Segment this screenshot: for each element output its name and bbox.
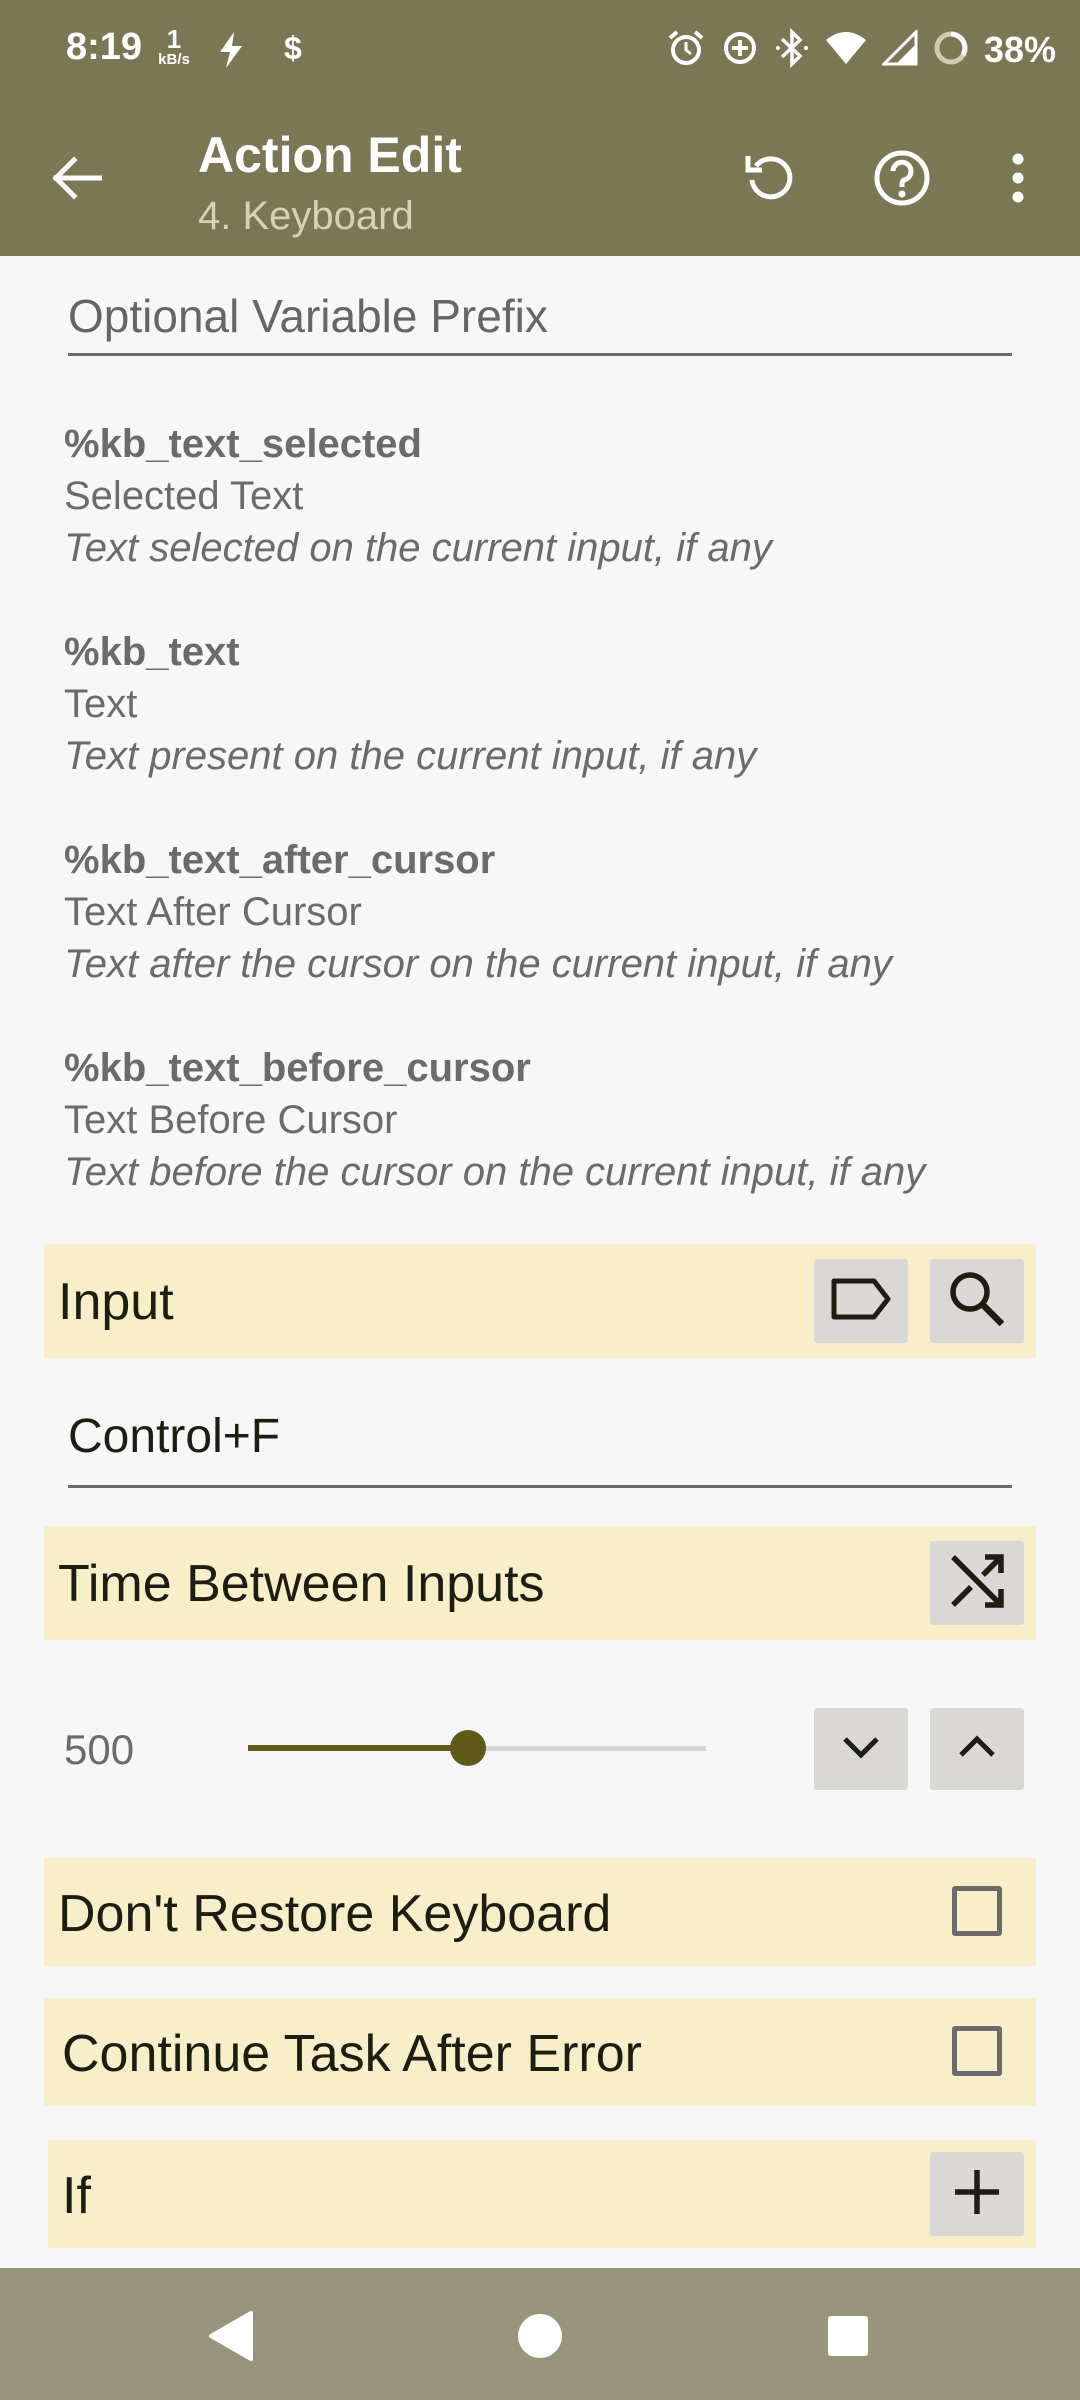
network-speed-value: 1 (166, 24, 182, 54)
battery-icon (932, 29, 970, 72)
variable-description: Text after the cursor on the current inp… (64, 942, 892, 986)
dont-restore-keyboard-checkbox[interactable] (952, 1886, 1002, 1936)
variable-label: Selected Text (64, 474, 304, 518)
nav-home-button[interactable] (500, 2298, 580, 2378)
app-bar: Action Edit 4. Keyboard (0, 100, 1080, 256)
bluetooth-icon (774, 27, 810, 73)
add-condition-button[interactable] (930, 2152, 1024, 2236)
variable-description: Text selected on the current input, if a… (64, 526, 772, 570)
status-time: 8:19 (66, 26, 143, 68)
signal-icon (880, 27, 918, 71)
undo-icon (744, 152, 796, 209)
dollar-icon: $ (284, 30, 302, 66)
plus-icon (951, 2166, 1003, 2223)
variable-tag-button[interactable] (814, 1259, 908, 1343)
page-title: Action Edit (198, 127, 462, 183)
nav-back-icon (205, 2309, 255, 2368)
data-saver-icon (720, 28, 760, 73)
search-button[interactable] (930, 1259, 1024, 1343)
variable-prefix-input[interactable] (68, 286, 1012, 346)
time-between-inputs-label: Time Between Inputs (58, 1555, 545, 1613)
continue-after-error-row[interactable]: Continue Task After Error (44, 1998, 1036, 2106)
continue-after-error-checkbox[interactable] (952, 2026, 1002, 2076)
page-subtitle: 4. Keyboard (198, 194, 414, 238)
variable-label: Text After Cursor (64, 890, 362, 934)
more-vert-icon (1011, 153, 1025, 208)
undo-button[interactable] (736, 146, 804, 214)
search-icon (948, 1270, 1006, 1333)
chevron-up-icon (957, 1734, 997, 1764)
battery-percent: 38% (983, 29, 1056, 70)
help-icon (873, 149, 931, 212)
if-condition-row: If (48, 2140, 1036, 2248)
status-icons: 38% (666, 26, 1056, 74)
chevron-down-icon (841, 1735, 881, 1764)
time-slider[interactable] (248, 1708, 706, 1788)
time-between-inputs-header: Time Between Inputs (44, 1526, 1036, 1640)
variable-name: %kb_text_selected (64, 422, 422, 466)
wifi-icon (824, 30, 868, 71)
slider-fill (248, 1745, 468, 1751)
variable-item: %kb_text Text Text present on the curren… (64, 626, 1044, 782)
variable-label: Text (64, 682, 138, 726)
variable-name: %kb_text_before_cursor (64, 1046, 531, 1090)
if-label: If (62, 2167, 91, 2225)
variable-label: Text Before Cursor (64, 1098, 398, 1142)
charging-bolt-icon (218, 32, 244, 73)
variable-item: %kb_text_after_cursor Text After Cursor … (64, 834, 1044, 990)
label-tag-icon (830, 1277, 892, 1326)
variable-description: Text before the cursor on the current in… (64, 1150, 926, 1194)
dont-restore-keyboard-row[interactable]: Don't Restore Keyboard (44, 1858, 1036, 1966)
input-field[interactable] (68, 1396, 1012, 1488)
status-bar: 8:19 1 kB/s $ 38% (0, 0, 1080, 100)
network-speed-unit: kB/s (158, 51, 190, 68)
input-text[interactable] (68, 1396, 1012, 1476)
slider-thumb[interactable] (449, 1730, 486, 1766)
time-value: 500 (64, 1726, 135, 1773)
help-button[interactable] (868, 146, 936, 214)
back-button[interactable] (44, 148, 108, 212)
input-section-label: Input (58, 1273, 174, 1331)
alarm-icon (666, 28, 706, 73)
variable-name: %kb_text (64, 630, 240, 674)
variable-item: %kb_text_before_cursor Text Before Curso… (64, 1042, 1044, 1198)
input-section-header: Input (44, 1244, 1036, 1358)
continue-after-error-label: Continue Task After Error (62, 2025, 642, 2083)
nav-recents-button[interactable] (808, 2298, 888, 2378)
variable-item: %kb_text_selected Selected Text Text sel… (64, 418, 1044, 574)
navigation-bar (0, 2268, 1080, 2400)
nav-recents-icon (826, 2314, 870, 2363)
variable-description: Text present on the current input, if an… (64, 734, 757, 778)
nav-home-icon (516, 2312, 564, 2365)
increment-button[interactable] (930, 1708, 1024, 1790)
more-options-button[interactable] (984, 146, 1052, 214)
dont-restore-keyboard-label: Don't Restore Keyboard (58, 1885, 612, 1943)
variable-name: %kb_text_after_cursor (64, 838, 496, 882)
nav-back-button[interactable] (190, 2298, 270, 2378)
randomize-button[interactable] (930, 1541, 1024, 1625)
shuffle-icon (947, 1551, 1007, 1616)
variable-prefix-field[interactable] (68, 286, 1012, 356)
back-arrow-icon (50, 155, 103, 205)
decrement-button[interactable] (814, 1708, 908, 1790)
network-speed: 1 kB/s (154, 26, 194, 68)
